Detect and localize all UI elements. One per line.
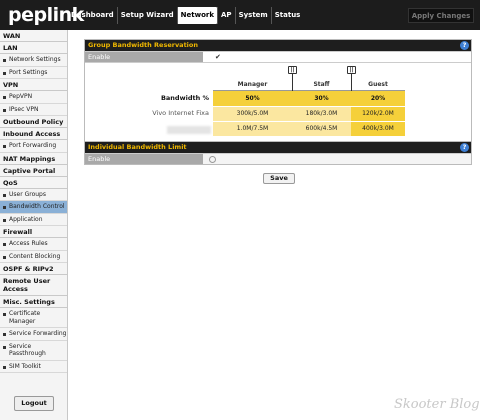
sidebar-item-service-forwarding[interactable]: Service Forwarding (0, 328, 67, 341)
group-bandwidth-title: Group Bandwidth Reservation (88, 41, 199, 49)
nav-system[interactable]: System (234, 7, 271, 24)
sidebar-section-inbound-access[interactable]: Inbound Access (0, 128, 67, 140)
sidebar-item-network-settings[interactable]: Network Settings (0, 54, 67, 67)
sidebar-section-captive-portal[interactable]: Captive Portal (0, 164, 67, 177)
slider-handle-icon[interactable]: || (288, 66, 297, 74)
individual-bandwidth-title: Individual Bandwidth Limit (88, 143, 187, 151)
sidebar-section-ospf-ripv2[interactable]: OSPF & RIPv2 (0, 263, 67, 275)
sidebar-item-application[interactable]: Application (0, 214, 67, 226)
group-bandwidth-header: Group Bandwidth Reservation ? (85, 40, 471, 51)
sidebar-item-sim-toolkit[interactable]: SIM Toolkit (0, 361, 67, 373)
sidebar-item-content-blocking[interactable]: Content Blocking (0, 251, 67, 263)
enable-checkbox[interactable]: ✔ (215, 53, 223, 61)
staff-wan1-value: 180k/3.0M (292, 107, 351, 121)
sidebar: WAN LAN Network Settings Port Settings V… (0, 30, 68, 420)
enable-label: Enable (85, 154, 203, 164)
col-header-manager: Manager (213, 79, 292, 91)
sidebar-section-remote-user-access[interactable]: Remote User Access (0, 275, 67, 296)
sidebar-section-vpn[interactable]: VPN (0, 79, 67, 91)
enable-checkbox[interactable] (209, 156, 216, 163)
guest-percent: 20% (351, 91, 405, 106)
sidebar-item-certificate-manager[interactable]: Certificate Manager (0, 308, 67, 328)
sidebar-section-wan[interactable]: WAN (0, 30, 67, 42)
bandwidth-percent-label: Bandwidth % (160, 94, 209, 102)
watermark-text: Skooter Blog (394, 397, 480, 412)
sidebar-item-service-passthrough[interactable]: Service Passthrough (0, 341, 67, 361)
main-nav: Dashboard Setup Wizard Network AP System… (68, 7, 303, 24)
col-header-guest: Guest (351, 79, 405, 91)
sidebar-section-misc-settings[interactable]: Misc. Settings (0, 296, 67, 308)
sidebar-section-nat-mappings[interactable]: NAT Mappings (0, 152, 67, 165)
sidebar-item-port-settings[interactable]: Port Settings (0, 67, 67, 79)
staff-wan2-value: 600k/4.5M (292, 122, 351, 136)
sidebar-item-bandwidth-control[interactable]: Bandwidth Control (0, 201, 67, 214)
manager-wan2-value: 1.0M/7.5M (213, 122, 292, 136)
redacted-wan-label (167, 126, 211, 134)
sidebar-item-ipsec-vpn[interactable]: IPsec VPN (0, 104, 67, 116)
individual-bandwidth-enable-row: Enable (85, 153, 471, 164)
sidebar-section-outbound-policy[interactable]: Outbound Policy (0, 116, 67, 128)
manager-wan1-value: 300k/5.0M (213, 107, 292, 121)
help-icon[interactable]: ? (460, 143, 469, 152)
enable-label: Enable (85, 52, 203, 62)
nav-status[interactable]: Status (270, 7, 304, 24)
slider-divider-line (351, 71, 352, 91)
group-bandwidth-enable-row: Enable ✔ (85, 51, 471, 62)
slider-handle-icon[interactable]: || (347, 66, 356, 74)
apply-changes-button[interactable]: Apply Changes (408, 8, 474, 23)
individual-bandwidth-panel: Individual Bandwidth Limit ? Enable (84, 141, 472, 165)
sidebar-item-user-groups[interactable]: User Groups (0, 189, 67, 201)
sidebar-section-firewall[interactable]: Firewall (0, 226, 67, 238)
sidebar-item-access-rules[interactable]: Access Rules (0, 238, 67, 251)
nav-ap[interactable]: AP (217, 7, 235, 24)
save-button[interactable]: Save (263, 173, 295, 184)
sidebar-section-qos[interactable]: QoS (0, 176, 67, 189)
sidebar-section-lan[interactable]: LAN (0, 42, 67, 54)
logout-button[interactable]: Logout (14, 396, 54, 411)
nav-network[interactable]: Network (176, 7, 217, 24)
manager-percent: 50% (213, 91, 292, 106)
top-bar: peplink Dashboard Setup Wizard Network A… (0, 0, 480, 30)
staff-percent: 30% (292, 91, 351, 106)
nav-setup-wizard[interactable]: Setup Wizard (116, 7, 177, 24)
help-icon[interactable]: ? (460, 41, 469, 50)
col-header-staff: Staff (292, 79, 351, 91)
group-bandwidth-panel: Group Bandwidth Reservation ? Enable ✔ M… (84, 39, 472, 144)
guest-wan1-value: 120k/2.0M (351, 107, 405, 121)
guest-wan2-value: 400k/3.0M (351, 122, 405, 136)
sidebar-item-pepvpn[interactable]: PepVPN (0, 91, 67, 104)
bandwidth-table: Manager Staff Guest || || Bandwidth % 50… (85, 62, 471, 143)
individual-bandwidth-header: Individual Bandwidth Limit ? (85, 142, 471, 153)
wan-row-label: Vivo Internet Fixa (152, 109, 209, 117)
slider-divider-line (292, 71, 293, 91)
nav-dashboard[interactable]: Dashboard (68, 7, 117, 24)
sidebar-item-port-forwarding[interactable]: Port Forwarding (0, 140, 67, 153)
